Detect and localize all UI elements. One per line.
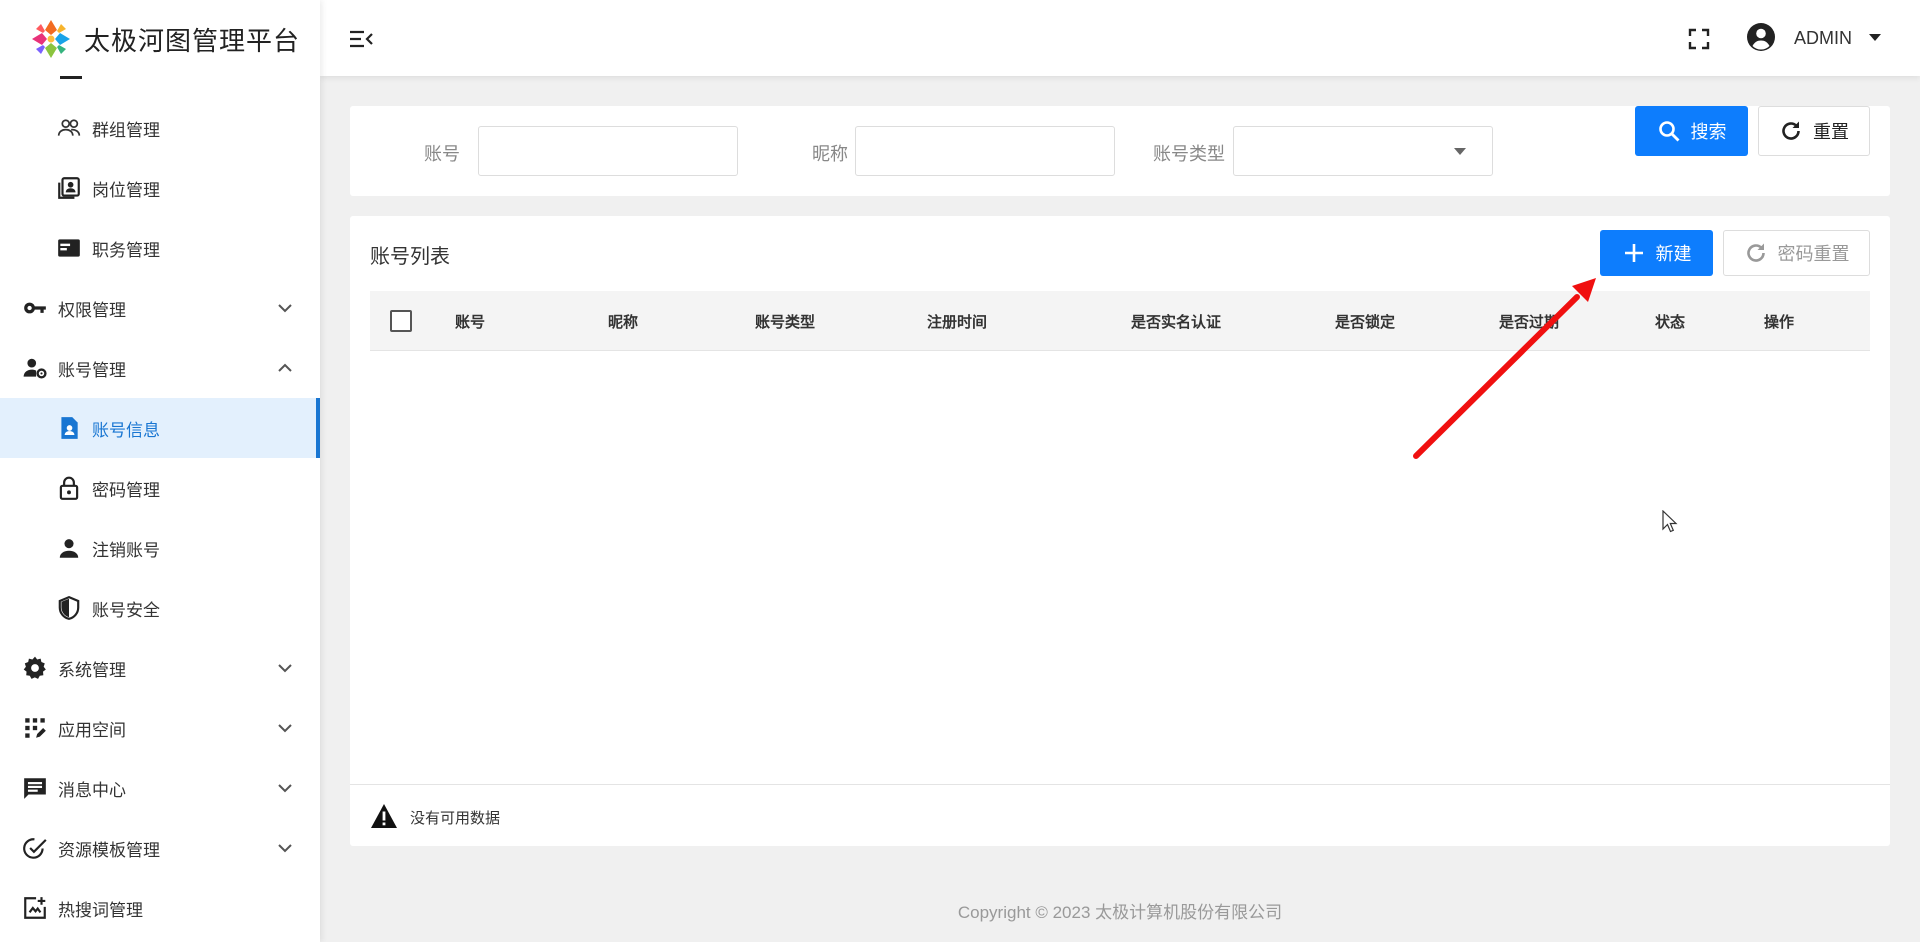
person-icon <box>56 535 82 561</box>
sidebar: 太极河图管理平台 群组管理 岗位管理 职务管理 权限管理 账号管理 账号信息 密… <box>0 0 320 942</box>
refresh-icon <box>1782 121 1800 140</box>
nickname-input[interactable] <box>855 126 1115 176</box>
table-footer: 没有可用数据 <box>350 784 1890 846</box>
sidebar-item-post[interactable]: 岗位管理 <box>0 158 320 218</box>
sidebar-item-permission[interactable]: 权限管理 <box>0 278 320 338</box>
sidebar-item-label: 密码管理 <box>92 480 160 500</box>
search-button[interactable]: 搜索 <box>1635 106 1748 156</box>
copyright: Copyright © 2023 太极计算机股份有限公司 <box>957 903 1283 922</box>
select-all-checkbox[interactable] <box>390 310 412 332</box>
key-icon <box>22 295 48 321</box>
sidebar-item-label: 群组管理 <box>92 120 160 140</box>
column-header-nickname[interactable]: 昵称 <box>608 311 638 332</box>
chevron-down-icon <box>278 304 292 313</box>
sidebar-item-label: 权限管理 <box>58 300 126 320</box>
mouse-cursor <box>1662 510 1678 533</box>
sidebar-item-password[interactable]: 密码管理 <box>0 458 320 518</box>
account-type-select[interactable] <box>1233 126 1493 176</box>
user-settings-icon <box>22 355 48 381</box>
search-button-label: 搜索 <box>1690 122 1727 142</box>
sidebar-item-account-info[interactable]: 账号信息 <box>0 398 320 458</box>
column-header-real-name[interactable]: 是否实名认证 <box>1131 311 1221 332</box>
card-icon <box>56 235 82 261</box>
search-icon <box>1658 121 1679 142</box>
caret-down-icon <box>1454 148 1466 155</box>
column-header-actions: 操作 <box>1764 314 1795 331</box>
warning-icon <box>371 804 397 828</box>
account-table-panel: 账号列表 新建 密码重置 账号 昵称 账号类型 注册时间 是否实名认证 是否锁定… <box>350 216 1890 846</box>
reset-button-label: 重置 <box>1813 122 1849 142</box>
sidebar-item-message-center[interactable]: 消息中心 <box>0 758 320 818</box>
sidebar-item-label: 岗位管理 <box>92 180 160 200</box>
lock-icon <box>56 475 82 501</box>
account-info-icon <box>56 415 82 441</box>
sidebar-item-label: 账号安全 <box>92 600 160 620</box>
message-icon <box>22 775 48 801</box>
caret-down-icon[interactable] <box>1868 33 1882 43</box>
nickname-label: 昵称 <box>812 144 848 164</box>
reset-password-button-label: 密码重置 <box>1777 244 1850 264</box>
sidebar-item-label: 注销账号 <box>92 540 160 560</box>
table-header: 账号 昵称 账号类型 注册时间 是否实名认证 是否锁定 是否过期 状态 操作 <box>370 291 1870 351</box>
column-header-locked[interactable]: 是否锁定 <box>1335 311 1395 332</box>
chevron-down-icon <box>278 724 292 733</box>
table-title: 账号列表 <box>370 246 450 268</box>
template-check-icon <box>22 835 48 861</box>
new-button-label: 新建 <box>1655 244 1692 264</box>
username[interactable]: ADMIN <box>1794 28 1852 49</box>
logo-icon <box>32 20 70 58</box>
badge-icon <box>56 175 82 201</box>
chevron-up-icon <box>278 363 292 372</box>
column-header-status[interactable]: 状态 <box>1655 311 1685 332</box>
menu-item-partial <box>60 76 82 79</box>
sidebar-item-app-space[interactable]: 应用空间 <box>0 698 320 758</box>
sidebar-item-group[interactable]: 群组管理 <box>0 98 320 158</box>
new-button[interactable]: 新建 <box>1600 230 1713 276</box>
hot-search-icon <box>22 895 48 921</box>
column-header-expired[interactable]: 是否过期 <box>1499 311 1559 332</box>
sidebar-item-cancel-account[interactable]: 注销账号 <box>0 518 320 578</box>
menu-collapse-icon[interactable] <box>348 26 374 52</box>
refresh-icon <box>1746 243 1765 262</box>
shield-icon <box>56 595 82 621</box>
sidebar-item-label: 应用空间 <box>58 720 126 740</box>
top-header: ADMIN <box>320 0 1920 76</box>
sidebar-item-label: 资源模板管理 <box>58 840 160 860</box>
sidebar-item-label: 账号信息 <box>92 420 160 440</box>
sidebar-item-hot-search[interactable]: 热搜词管理 <box>0 878 320 938</box>
gear-icon <box>22 655 48 681</box>
sidebar-item-label: 热搜词管理 <box>58 900 143 920</box>
search-panel: 账号 昵称 账号类型 搜索 重置 <box>350 106 1890 196</box>
sidebar-item-label: 消息中心 <box>58 780 126 800</box>
brand[interactable]: 太极河图管理平台 <box>0 0 320 78</box>
column-header-account-type[interactable]: 账号类型 <box>755 311 815 332</box>
chevron-down-icon <box>278 784 292 793</box>
avatar[interactable] <box>1746 22 1776 52</box>
sidebar-item-resource-template[interactable]: 资源模板管理 <box>0 818 320 878</box>
reset-button[interactable]: 重置 <box>1758 106 1870 156</box>
sidebar-menu: 群组管理 岗位管理 职务管理 权限管理 账号管理 账号信息 密码管理 注销账号 … <box>0 98 320 938</box>
empty-message: 没有可用数据 <box>410 810 501 827</box>
app-title: 太极河图管理平台 <box>84 25 301 56</box>
sidebar-item-label: 账号管理 <box>58 360 126 380</box>
column-header-register-time[interactable]: 注册时间 <box>927 311 987 332</box>
sidebar-item-account-security[interactable]: 账号安全 <box>0 578 320 638</box>
reset-password-button[interactable]: 密码重置 <box>1723 230 1870 276</box>
fullscreen-icon[interactable] <box>1688 28 1710 50</box>
sidebar-item-account[interactable]: 账号管理 <box>0 338 320 398</box>
sidebar-item-system[interactable]: 系统管理 <box>0 638 320 698</box>
column-header-account[interactable]: 账号 <box>455 311 485 332</box>
chevron-down-icon <box>278 664 292 673</box>
group-icon <box>56 115 82 141</box>
account-type-label: 账号类型 <box>1153 144 1225 164</box>
account-label: 账号 <box>424 144 460 164</box>
plus-icon <box>1624 244 1643 262</box>
account-input[interactable] <box>478 126 738 176</box>
chevron-down-icon <box>278 844 292 853</box>
apps-icon <box>22 715 48 741</box>
sidebar-item-label: 职务管理 <box>92 240 160 260</box>
sidebar-item-duty[interactable]: 职务管理 <box>0 218 320 278</box>
sidebar-item-label: 系统管理 <box>58 660 126 680</box>
